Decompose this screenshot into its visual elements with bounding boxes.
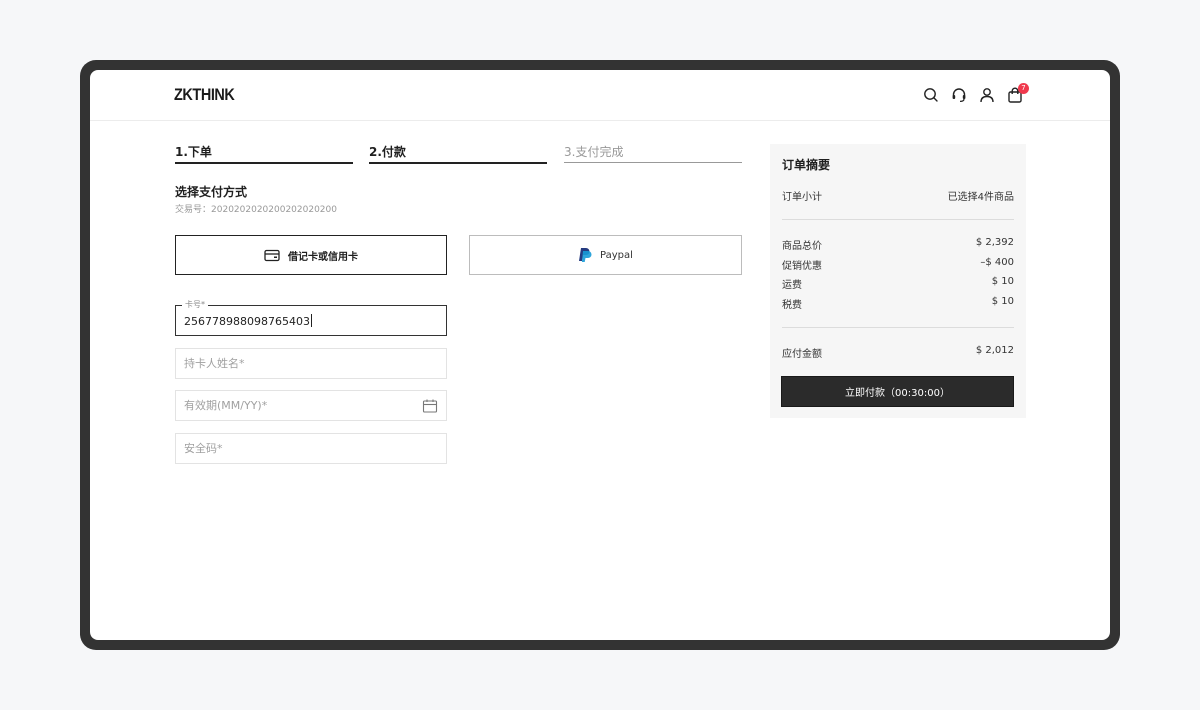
screen: ZKTHINK 7 1.下单 2.付款 3.支付完成 选择支付方式 交易号：20… — [90, 70, 1110, 640]
headset-icon[interactable] — [950, 86, 970, 106]
pay-now-button[interactable]: 立即付款（00:30:00） — [781, 376, 1014, 407]
calendar-icon[interactable] — [422, 398, 438, 414]
step-progress-bar — [175, 162, 353, 164]
card-number-label: 卡号* — [182, 300, 208, 310]
payment-method-title: 选择支付方式 — [175, 185, 248, 199]
step-complete: 3.支付完成 — [564, 145, 742, 163]
order-summary-title: 订单摘要 — [782, 158, 831, 172]
cart-icon[interactable]: 7 — [1006, 83, 1029, 106]
total-value: $ 2,012 — [975, 345, 1014, 356]
summary-divider — [782, 219, 1014, 220]
paypal-icon — [578, 247, 592, 263]
transaction-number: 交易号：2020202020200202020200 — [175, 202, 337, 215]
step-order: 1.下单 — [175, 145, 353, 164]
card-number-value: 256778988098765403 — [184, 315, 310, 328]
card-payment-label: 借记卡或信用卡 — [288, 251, 358, 263]
step-payment: 2.付款 — [369, 145, 547, 164]
line-label: 运费 — [782, 280, 802, 291]
subtotal-value: 已选择4件商品 — [947, 192, 1014, 203]
line-label: 税费 — [782, 300, 802, 311]
search-icon[interactable] — [922, 86, 942, 106]
security-code-input[interactable] — [184, 434, 434, 463]
step-label: 2.付款 — [369, 145, 406, 159]
line-value: –$ 400 — [980, 257, 1014, 268]
line-value: $ 10 — [991, 296, 1014, 307]
summary-line-row: 运费 $ 10 — [782, 276, 1014, 291]
cardholder-name-input[interactable] — [184, 349, 434, 378]
order-summary-panel: 订单摘要 订单小计 已选择4件商品 商品总价 $ 2,392 促销优惠 –$ 4… — [770, 144, 1026, 418]
paypal-label: Paypal — [600, 249, 633, 261]
subtotal-label: 订单小计 — [782, 192, 822, 203]
summary-divider — [782, 327, 1014, 328]
transaction-label: 交易号： — [175, 205, 212, 215]
brand-logo[interactable]: ZKTHINK — [174, 85, 235, 105]
line-value: $ 10 — [991, 276, 1014, 287]
paypal-payment-button[interactable]: Paypal — [469, 235, 742, 275]
card-number-input[interactable]: 256778988098765403 — [184, 314, 312, 329]
user-icon[interactable] — [978, 86, 998, 106]
card-number-field[interactable]: 卡号* 256778988098765403 — [175, 300, 447, 336]
summary-line-row: 促销优惠 –$ 400 — [782, 257, 1014, 272]
total-row: 应付金额 $ 2,012 — [782, 345, 1014, 360]
transaction-value: 2020202020200202020200 — [211, 205, 337, 215]
step-progress-bar — [369, 162, 547, 164]
security-code-field[interactable] — [175, 433, 447, 464]
expiry-field[interactable] — [175, 390, 447, 421]
summary-line-row: 税费 $ 10 — [782, 296, 1014, 311]
summary-line-row: 商品总价 $ 2,392 — [782, 237, 1014, 252]
expiry-input[interactable] — [184, 391, 434, 420]
device-frame: ZKTHINK 7 1.下单 2.付款 3.支付完成 选择支付方式 交易号：20… — [80, 60, 1120, 650]
card-payment-button[interactable]: 借记卡或信用卡 — [175, 235, 447, 275]
step-label: 3.支付完成 — [564, 145, 624, 159]
step-label: 1.下单 — [175, 145, 212, 159]
step-progress-bar — [564, 162, 742, 163]
subtotal-row: 订单小计 已选择4件商品 — [782, 188, 1014, 203]
top-header: ZKTHINK 7 — [90, 70, 1110, 121]
text-caret — [310, 314, 312, 327]
cardholder-name-field[interactable] — [175, 348, 447, 379]
line-value: $ 2,392 — [975, 237, 1014, 248]
card-icon — [264, 249, 280, 262]
total-label: 应付金额 — [782, 349, 822, 360]
line-label: 商品总价 — [782, 241, 822, 252]
cart-count-badge: 7 — [1018, 83, 1029, 94]
line-label: 促销优惠 — [782, 261, 822, 272]
